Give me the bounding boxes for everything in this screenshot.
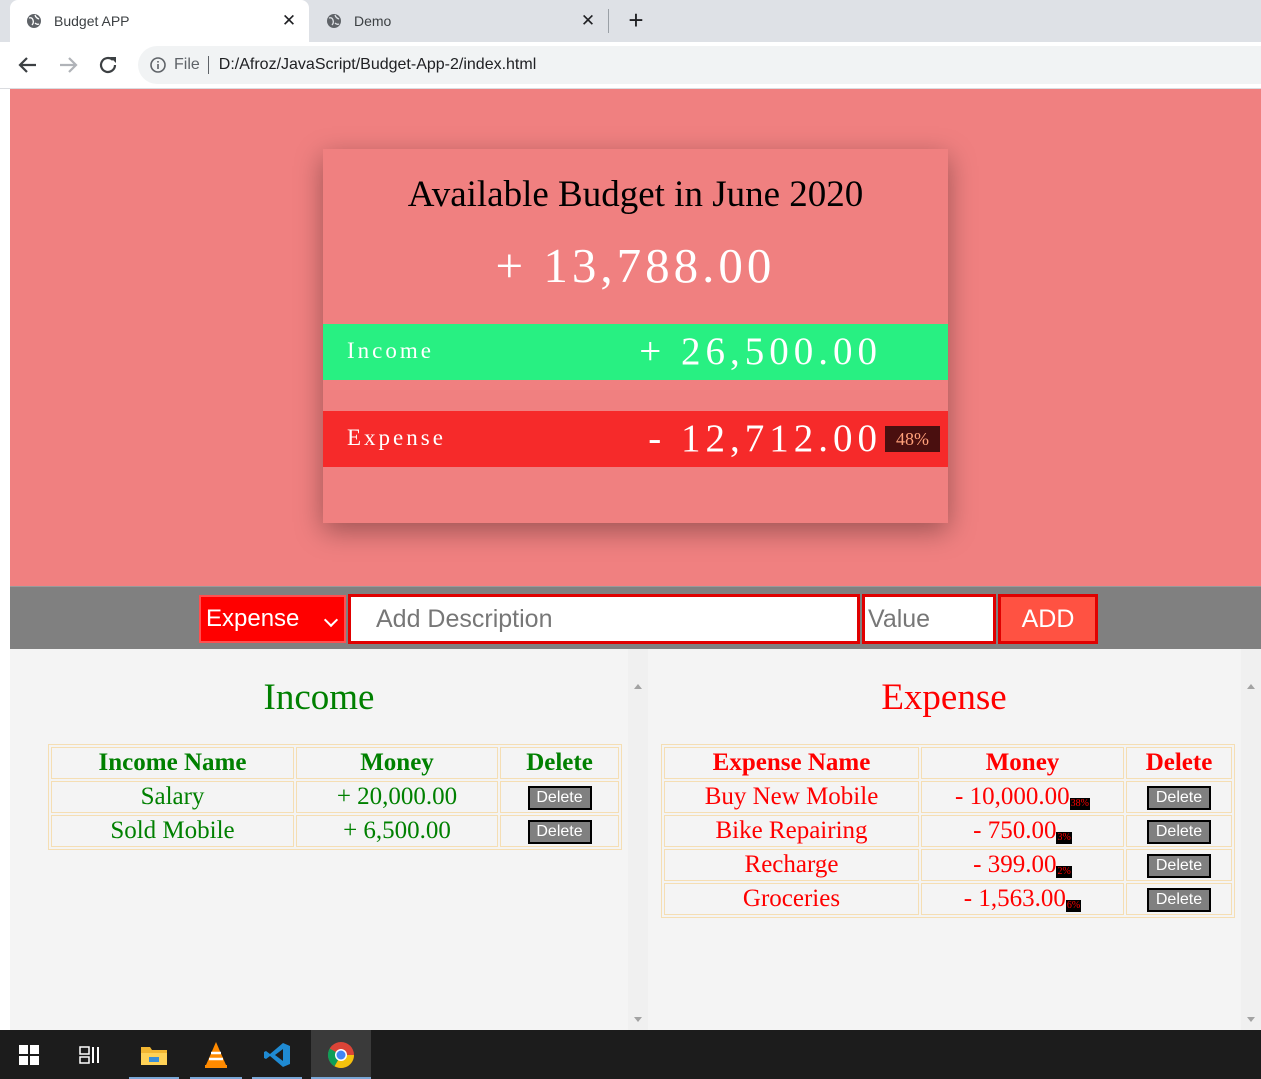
type-select[interactable]: Expense [199,595,346,643]
forward-arrow-icon[interactable] [57,54,79,76]
item-name: Recharge [664,849,919,881]
browser-tab-bar: Budget APP ✕ Demo ✕ + [0,0,1261,42]
income-scrollbar[interactable] [628,649,648,1030]
url-text[interactable]: D:/Afroz/JavaScript/Budget-App-2/index.h… [219,56,536,74]
page-viewport: Available Budget in June 2020 + 13,788.0… [10,89,1261,1030]
item-money: + 6,500.00 [296,815,498,847]
tab-budget-app[interactable]: Budget APP ✕ [10,0,309,42]
expense-summary-value: - 12,712.00 [648,417,882,460]
item-percent-badge: 2% [1056,866,1072,878]
item-name: Groceries [664,883,919,915]
column-header: Expense Name [664,747,919,779]
column-header: Money [296,747,498,779]
expense-scrollbar[interactable] [1241,649,1261,1030]
close-tab-icon[interactable]: ✕ [281,12,297,29]
income-panel: Income Income Name Money Delete Salary +… [10,649,628,1030]
description-input[interactable]: Add Description [348,594,860,644]
item-money: - 750.00 [973,817,1057,844]
back-arrow-icon[interactable] [17,54,39,76]
budget-card: Available Budget in June 2020 + 13,788.0… [323,149,948,523]
item-name: Sold Mobile [51,815,294,847]
url-scheme: File [174,56,200,73]
taskbar [0,1030,1261,1079]
delete-button[interactable]: Delete [1147,888,1211,913]
item-name: Buy New Mobile [664,781,919,813]
income-title: Income [263,677,375,718]
tab-title: Budget APP [54,13,130,29]
scroll-down-icon[interactable] [634,1017,642,1022]
delete-button[interactable]: Delete [1147,820,1211,845]
column-header: Delete [1126,747,1232,779]
scroll-down-icon[interactable] [1247,1017,1255,1022]
expense-summary: Expense - 12,712.00 48% [323,411,948,467]
item-money: + 20,000.00 [296,781,498,813]
chrome-icon[interactable] [311,1030,371,1079]
income-summary-label: Income [347,338,434,363]
column-header: Income Name [51,747,294,779]
reload-icon[interactable] [97,54,119,76]
globe-icon [27,14,41,28]
delete-button[interactable]: Delete [1147,854,1211,879]
income-summary-value: + 26,500.00 [639,330,882,373]
expense-title: Expense [881,677,1007,718]
chevron-down-icon [323,612,339,628]
value-input[interactable]: Value [862,594,996,644]
type-select-value: Expense [206,605,300,632]
table-row: Salary + 20,000.00 Delete [51,781,619,813]
delete-button[interactable]: Delete [527,786,592,811]
column-header: Delete [500,747,619,779]
available-budget-value: + 13,788.00 [495,238,776,293]
delete-button[interactable]: Delete [1147,786,1211,811]
expense-panel: Expense Expense Name Money Delete Buy Ne… [648,649,1240,1030]
tab-separator [608,9,609,33]
windows-start-icon[interactable] [0,1030,58,1079]
item-name: Salary [51,781,294,813]
vlc-icon[interactable] [190,1030,242,1079]
globe-icon [327,14,341,28]
item-percent-badge: 3% [1056,832,1072,844]
new-tab-icon[interactable]: + [624,7,648,33]
close-tab-icon[interactable]: ✕ [580,12,596,29]
item-money: - 1,563.00 [963,885,1066,912]
item-money: - 399.00 [973,851,1057,878]
column-header: Money [921,747,1124,779]
item-percent-badge: 6% [1065,900,1082,912]
vscode-icon[interactable] [252,1030,302,1079]
table-header-row: Income Name Money Delete [51,747,619,779]
table-row: Recharge - 399.002% Delete [664,849,1232,881]
income-table: Income Name Money Delete Salary + 20,000… [48,744,622,850]
add-item-form: Expense Add Description Value ADD [10,586,1261,650]
table-row: Buy New Mobile - 10,000.0038% Delete [664,781,1232,813]
table-header-row: Expense Name Money Delete [664,747,1232,779]
tab-demo[interactable]: Demo ✕ [318,0,608,42]
item-name: Bike Repairing [664,815,919,847]
lists-area: Income Income Name Money Delete Salary +… [10,649,1261,1030]
browser-toolbar: File D:/Afroz/JavaScript/Budget-App-2/in… [0,42,1261,89]
item-money: - 10,000.00 [955,783,1070,810]
scroll-up-icon[interactable] [1247,684,1255,689]
address-bar[interactable]: File D:/Afroz/JavaScript/Budget-App-2/in… [138,46,1261,84]
expense-table: Expense Name Money Delete Buy New Mobile… [661,744,1235,918]
budget-header: Available Budget in June 2020 + 13,788.0… [10,89,1261,586]
url-divider [207,56,209,74]
task-view-icon[interactable] [62,1030,118,1079]
table-row: Sold Mobile + 6,500.00 Delete [51,815,619,847]
expense-summary-label: Expense [347,425,446,450]
income-summary: Income + 26,500.00 [323,324,948,380]
budget-heading: Available Budget in June 2020 [407,174,864,215]
file-explorer-icon[interactable] [129,1030,179,1079]
table-row: Bike Repairing - 750.003% Delete [664,815,1232,847]
expense-percent-badge: 48% [885,426,940,452]
scroll-up-icon[interactable] [634,684,642,689]
table-row: Groceries - 1,563.006% Delete [664,883,1232,915]
info-icon[interactable] [150,57,166,73]
item-percent-badge: 38% [1069,798,1090,810]
tab-title: Demo [354,13,392,29]
add-button[interactable]: ADD [998,594,1098,644]
delete-button[interactable]: Delete [527,820,592,845]
